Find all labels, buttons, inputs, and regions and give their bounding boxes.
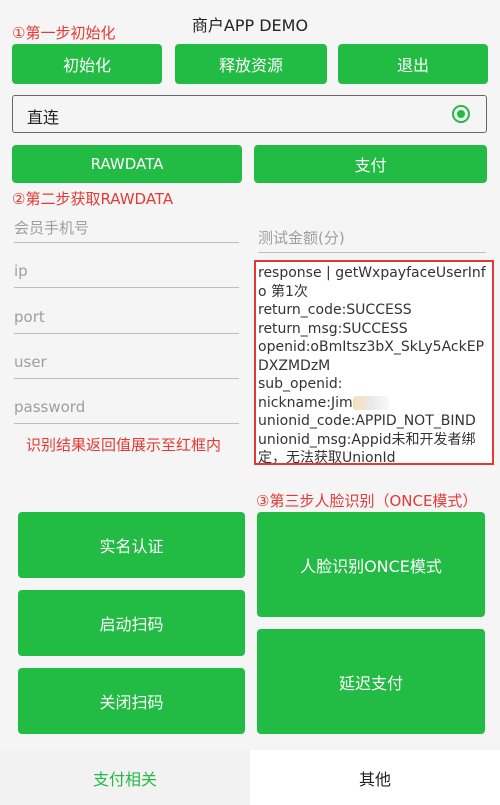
response-line: unionid_msg:Appid未和开发者绑定，无法获取UnionId <box>258 431 476 465</box>
result-hint-annotation: 识别结果返回值展示至红框内 <box>26 436 222 454</box>
redacted-blur <box>352 395 389 410</box>
delay-pay-button[interactable]: 延迟支付 <box>257 629 485 734</box>
response-line: openid:oBmItsz3bX_SkLy5AckEPDXZMDzM <box>258 339 485 374</box>
realname-auth-button[interactable]: 实名认证 <box>18 512 245 578</box>
port-field[interactable]: port <box>14 304 239 334</box>
connection-option-row[interactable]: 直连 <box>12 95 487 133</box>
init-button[interactable]: 初始化 <box>12 44 162 84</box>
rawdata-button[interactable]: RAWDATA <box>12 145 242 183</box>
response-line: response | getWxpayfaceUserInfo 第1次 <box>258 265 486 300</box>
nickname-line: nickname:Jim <box>258 394 490 413</box>
face-recognition-once-button[interactable]: 人脸识别ONCE模式 <box>257 512 485 617</box>
radio-selected-icon[interactable] <box>452 105 470 123</box>
response-box: response | getWxpayfaceUserInfo 第1次 retu… <box>254 260 494 465</box>
member-phone-field[interactable]: 会员手机号 <box>14 213 239 243</box>
user-field[interactable]: user <box>14 349 239 379</box>
ip-field[interactable]: ip <box>14 258 239 288</box>
step1-annotation: ①第一步初始化 <box>12 24 116 42</box>
bottom-tab-bar: 支付相关 其他 <box>0 750 500 805</box>
response-line: unionid_code:APPID_NOT_BIND <box>258 413 476 429</box>
step3-annotation: ③第三步人脸识别（ONCE模式） <box>256 492 478 510</box>
close-scan-button[interactable]: 关闭扫码 <box>18 668 245 734</box>
tab-payment[interactable]: 支付相关 <box>0 750 250 805</box>
release-resources-button[interactable]: 释放资源 <box>175 44 327 84</box>
response-line: return_msg:SUCCESS <box>258 320 408 337</box>
response-line: return_code:SUCCESS <box>258 302 412 318</box>
test-amount-field[interactable]: 测试金额(分) <box>258 223 486 253</box>
exit-button[interactable]: 退出 <box>338 44 488 84</box>
password-field[interactable]: password <box>14 394 239 424</box>
connection-label: 直连 <box>27 108 60 127</box>
start-scan-button[interactable]: 启动扫码 <box>18 590 245 656</box>
tab-other[interactable]: 其他 <box>250 750 500 805</box>
response-line: sub_openid: <box>258 376 343 392</box>
step2-annotation: ②第二步获取RAWDATA <box>12 190 174 208</box>
pay-button[interactable]: 支付 <box>254 145 487 183</box>
nickname-text: nickname:Jim <box>258 394 353 411</box>
